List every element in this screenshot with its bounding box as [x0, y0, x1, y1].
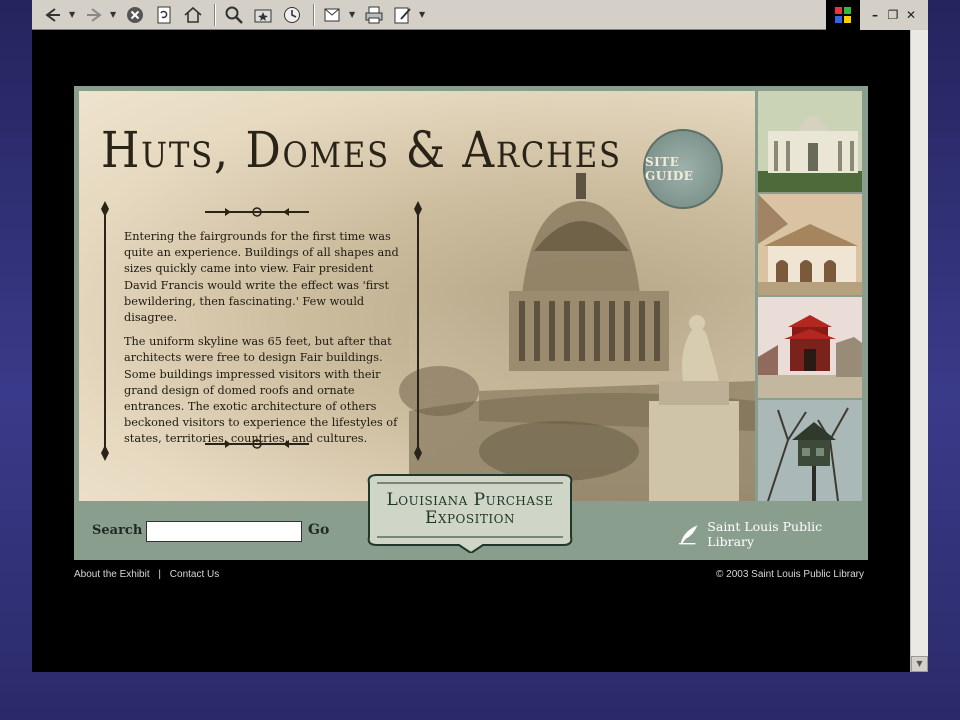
- search-input[interactable]: [146, 521, 302, 542]
- forward-dropdown[interactable]: ▼: [110, 10, 118, 19]
- thumbnail-pagoda[interactable]: [758, 297, 862, 398]
- footer: About the Exhibit | Contact Us © 2003 Sa…: [74, 568, 868, 584]
- banner-line-2: Exposition: [425, 508, 515, 528]
- hero-area: Huts, Domes & Arches Entering the fairgr…: [79, 91, 755, 501]
- banner-line-1: Louisiana Purchase: [386, 490, 554, 510]
- favorites-icon[interactable]: [250, 3, 276, 27]
- browser-toolbar: ▼ ▼ ▼ ▼ – ❐ ✕: [32, 0, 928, 30]
- left-ornament: [101, 201, 109, 461]
- copyright: © 2003 Saint Louis Public Library: [715, 569, 864, 580]
- right-ornament: [414, 201, 422, 461]
- window-controls: – ❐ ✕: [826, 0, 928, 30]
- top-flourish: [205, 207, 309, 217]
- mail-dropdown[interactable]: ▼: [349, 10, 357, 19]
- thumbnail-treehouse[interactable]: [758, 400, 862, 501]
- site-guide-button[interactable]: SITE GUIDE: [643, 129, 723, 209]
- vertical-scrollbar[interactable]: ▼: [910, 30, 928, 672]
- home-icon[interactable]: [180, 3, 206, 27]
- minimize-icon[interactable]: –: [866, 8, 884, 22]
- quill-icon: [678, 525, 698, 545]
- refresh-icon[interactable]: [151, 3, 177, 27]
- contact-us-link[interactable]: Contact Us: [170, 569, 219, 580]
- forward-icon[interactable]: [81, 3, 107, 27]
- go-button[interactable]: Go: [308, 522, 329, 538]
- exposition-banner-text: Louisiana Purchase Exposition: [363, 491, 577, 527]
- close-icon[interactable]: ✕: [902, 8, 920, 22]
- edit-icon[interactable]: [390, 3, 416, 27]
- back-icon[interactable]: [40, 3, 66, 27]
- toolbar-separator: [313, 3, 315, 26]
- library-name: Saint Louis Public Library: [707, 519, 823, 549]
- restore-icon[interactable]: ❐: [884, 8, 902, 22]
- history-icon[interactable]: [279, 3, 305, 27]
- mail-icon[interactable]: [320, 3, 346, 27]
- search-icon[interactable]: [221, 3, 247, 27]
- page-title: Huts, Domes & Arches: [101, 121, 622, 179]
- stop-icon[interactable]: [122, 3, 148, 27]
- thumbnail-palace[interactable]: [758, 91, 862, 192]
- intro-paragraph-2: The uniform skyline was 65 feet, but aft…: [124, 335, 398, 446]
- edit-dropdown[interactable]: ▼: [419, 10, 427, 19]
- exhibit-panel: Huts, Domes & Arches Entering the fairgr…: [74, 86, 868, 560]
- print-icon[interactable]: [361, 3, 387, 27]
- footer-links: About the Exhibit | Contact Us: [74, 569, 219, 580]
- scroll-down-icon[interactable]: ▼: [911, 656, 928, 672]
- footer-separator: |: [158, 569, 161, 580]
- intro-paragraph-1: Entering the fairgrounds for the first t…: [124, 230, 399, 325]
- intro-text: Entering the fairgrounds for the first t…: [124, 229, 406, 456]
- library-logo[interactable]: Saint Louis Public Library: [678, 519, 868, 549]
- windows-logo-icon: [826, 0, 860, 30]
- thumbnail-column: [758, 91, 862, 501]
- search-label: Search: [92, 523, 143, 538]
- about-exhibit-link[interactable]: About the Exhibit: [74, 569, 150, 580]
- back-dropdown[interactable]: ▼: [69, 10, 77, 19]
- site-guide-label: SITE GUIDE: [645, 155, 694, 183]
- thumbnail-village[interactable]: [758, 194, 862, 295]
- toolbar-separator: [214, 3, 216, 26]
- bottom-bar: Search Go Louisiana Purchase Exposition …: [74, 474, 868, 560]
